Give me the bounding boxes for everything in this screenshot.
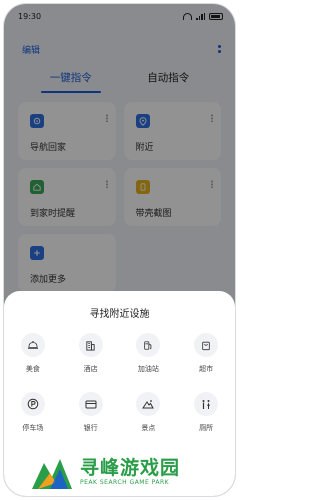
facility-label: 停车场: [22, 424, 44, 432]
facility-parking[interactable]: 停车场: [4, 392, 62, 433]
facility-supermarket[interactable]: 超市: [177, 333, 235, 374]
facility-attractions[interactable]: 景点: [120, 392, 178, 433]
facility-label: 加油站: [137, 365, 159, 373]
facility-bank[interactable]: 银行: [62, 392, 120, 433]
facility-label: 厕所: [199, 424, 214, 432]
site-watermark: 寻峰游戏园 PEAK SEARCH GAME PARK: [30, 448, 230, 496]
facility-label: 景点: [141, 424, 156, 432]
bank-card-icon: [78, 392, 103, 416]
facility-food[interactable]: 美食: [4, 333, 62, 374]
watermark-subtitle: PEAK SEARCH GAME PARK: [80, 479, 170, 486]
sheet-title: 寻找附近设施: [89, 309, 150, 320]
facility-gas-station[interactable]: 加油站: [120, 333, 178, 374]
watermark-text: 寻峰游戏园 PEAK SEARCH GAME PARK: [80, 457, 181, 487]
phone-screen: 19:30 编辑 一键指令 自动指令 导航回家 附近 到家时提醒 带壳截图 添加…: [4, 4, 235, 496]
mountain-icon: [136, 392, 161, 416]
facility-hotel[interactable]: 酒店: [62, 333, 120, 374]
facility-restroom[interactable]: 厕所: [177, 392, 235, 433]
food-cloche-icon: [20, 333, 45, 357]
facility-grid: 美食 酒店 加油站 超市 停车场 银行 景点 厕所: [4, 333, 235, 433]
facility-label: 超市: [199, 365, 214, 373]
shopping-bag-icon: [194, 333, 219, 357]
facility-label: 酒店: [83, 365, 98, 373]
facility-label: 银行: [83, 424, 98, 432]
hotel-building-icon: [78, 333, 103, 357]
restroom-icon: [194, 392, 219, 416]
parking-icon: [20, 392, 45, 416]
watermark-logo-icon: [32, 459, 72, 489]
watermark-title: 寻峰游戏园: [80, 457, 181, 479]
fuel-pump-icon: [136, 333, 161, 357]
facility-label: 美食: [25, 365, 40, 373]
